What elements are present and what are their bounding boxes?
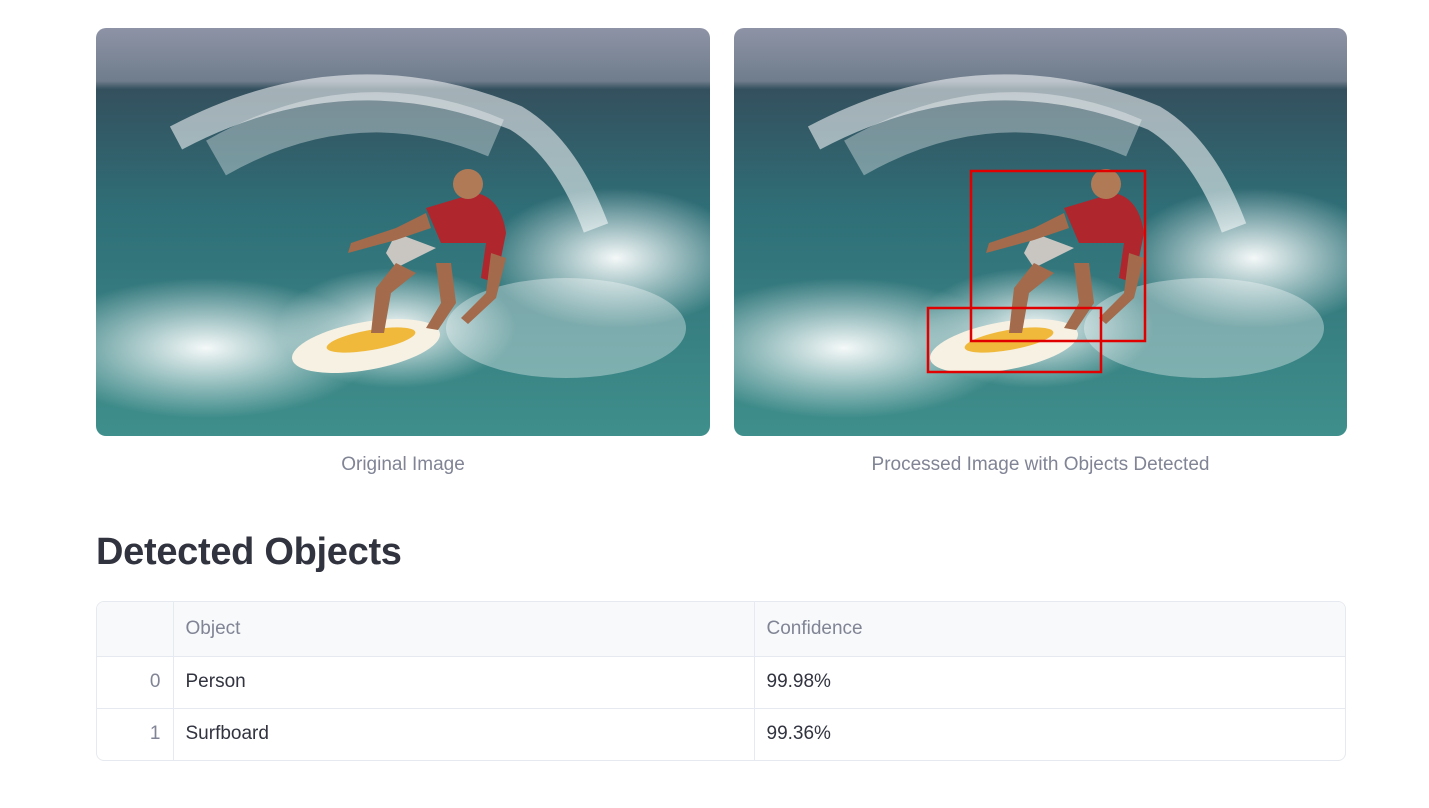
index-column-header[interactable] [97, 602, 174, 657]
object-column-header[interactable]: Object [173, 602, 755, 657]
confidence-cell[interactable]: 99.98% [754, 656, 1345, 709]
table-header-row: Object Confidence [97, 602, 1345, 657]
section-title: Detected Objects [96, 531, 402, 573]
object-cell[interactable]: Person [173, 656, 755, 709]
table-row: 0 Person 99.98% [97, 656, 1345, 709]
table-row: 1 Surfboard 99.36% [97, 708, 1345, 760]
original-image-caption: Original Image [341, 454, 465, 475]
confidence-column-header[interactable]: Confidence [754, 602, 1345, 657]
processed-image-caption: Processed Image with Objects Detected [871, 454, 1210, 475]
detected-objects-table[interactable]: Object Confidence 0 Person 99.98% 1 Surf… [96, 601, 1346, 761]
row-index-cell[interactable]: 1 [97, 708, 174, 760]
row-index-cell[interactable]: 0 [97, 656, 174, 709]
object-cell[interactable]: Surfboard [173, 708, 755, 760]
original-image-column: Original Image [96, 28, 710, 477]
processed-image-column: Processed Image with Objects Detected [734, 28, 1347, 477]
confidence-cell[interactable]: 99.36% [754, 708, 1345, 760]
original-image [96, 28, 710, 436]
app-page: Original Image Processed Image with Obje… [0, 0, 1429, 808]
processed-image [734, 28, 1347, 436]
